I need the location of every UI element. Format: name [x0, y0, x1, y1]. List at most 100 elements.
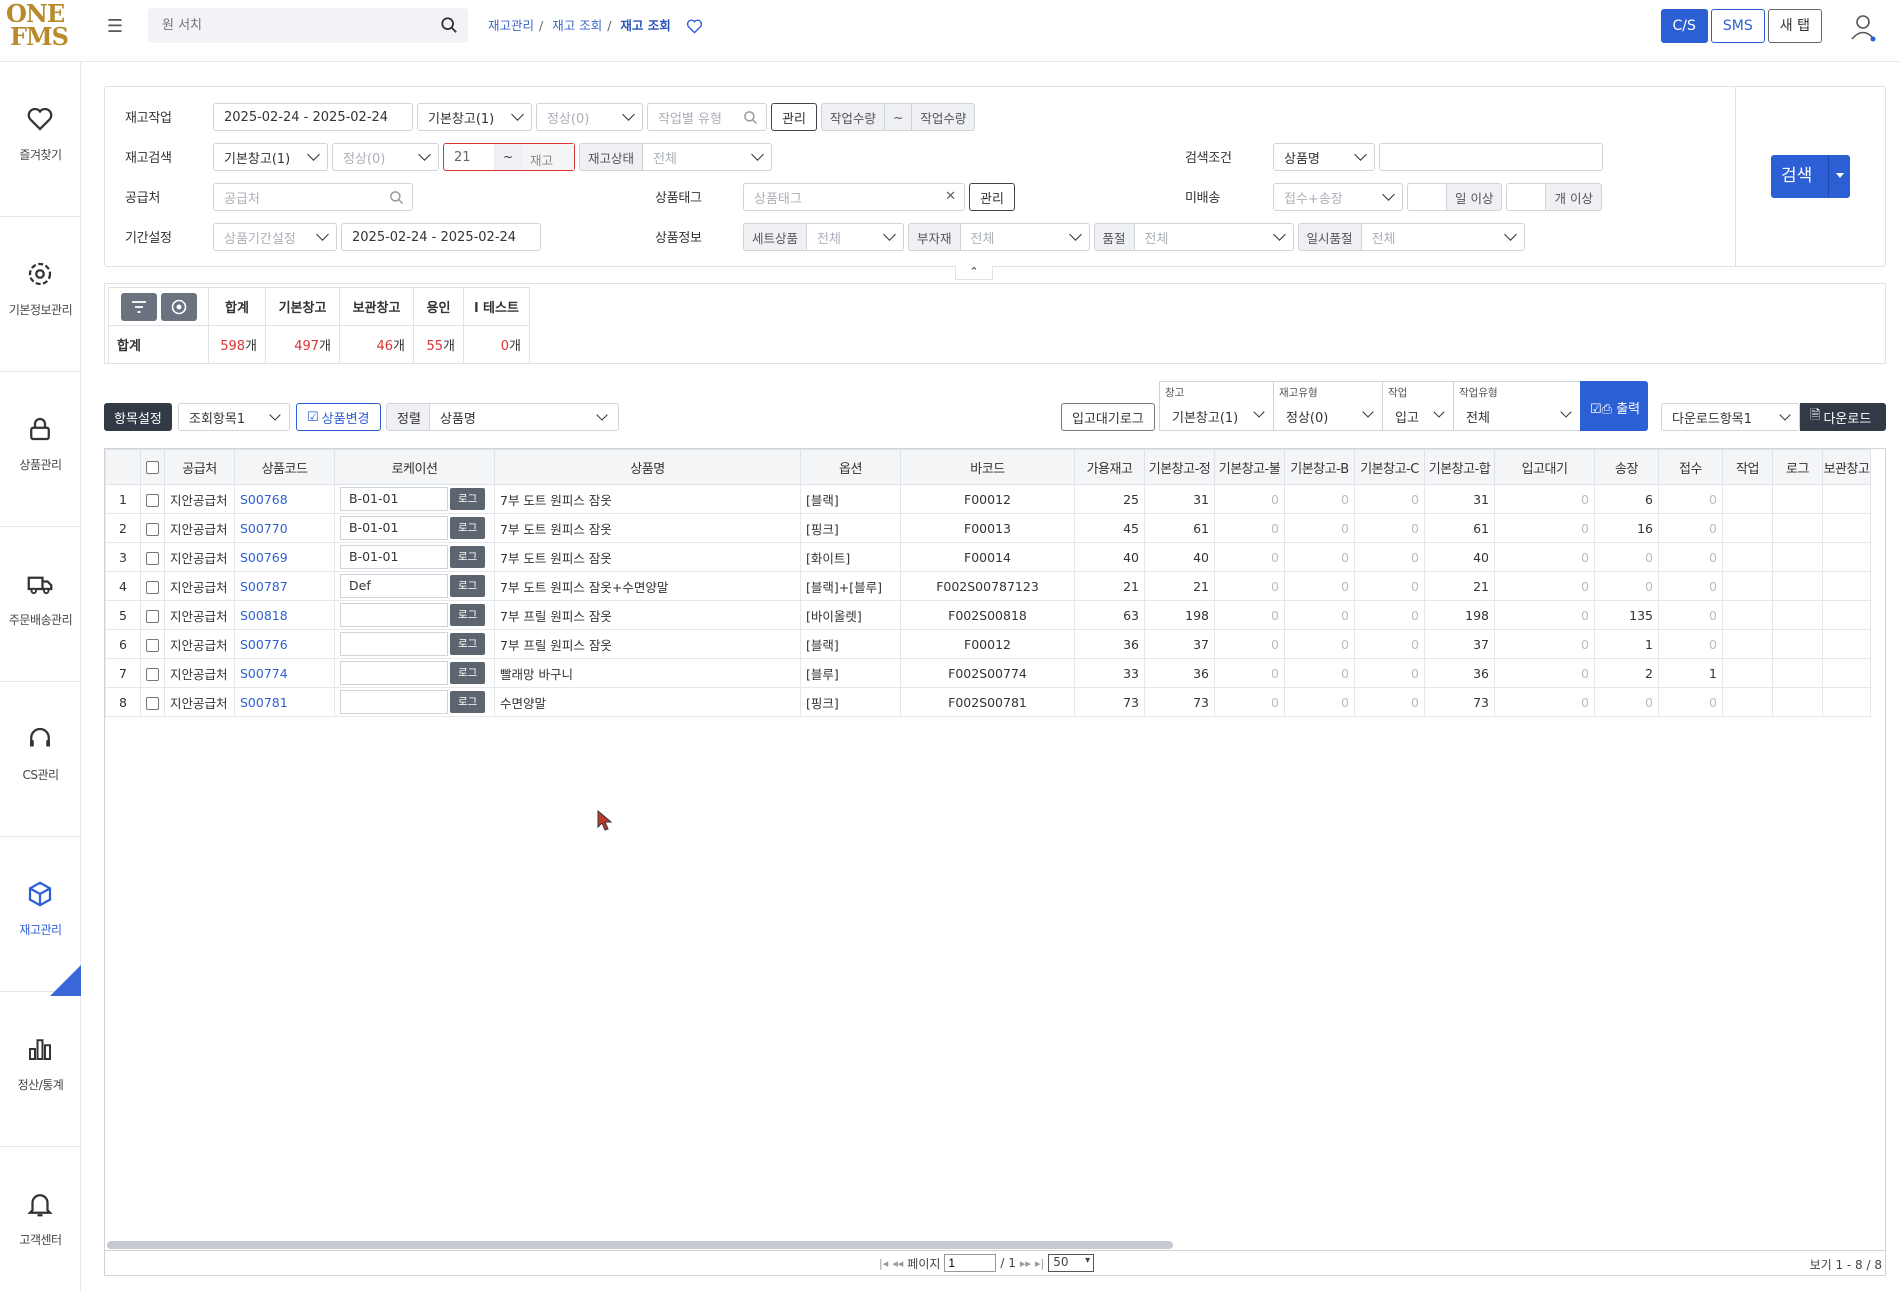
column-header[interactable]: 기본창고-C	[1354, 449, 1425, 485]
sidebar-item-products[interactable]: 상품관리	[0, 372, 81, 527]
location-input[interactable]	[340, 632, 448, 656]
location-log-button[interactable]: 로그	[450, 662, 486, 684]
cell-location[interactable]: B-01-01 로그	[334, 513, 495, 543]
column-settings-button[interactable]: 항목설정	[104, 403, 172, 431]
column-header[interactable]: 상품명	[494, 449, 801, 485]
soldout-select[interactable]: 전체	[1133, 223, 1294, 251]
grp-stock-type-select[interactable]: 재고유형 정상(0)	[1273, 381, 1383, 431]
set-product-select[interactable]: 전체	[806, 223, 905, 251]
location-input[interactable]: B-01-01	[340, 516, 448, 540]
column-header[interactable]: 기본창고-B	[1284, 449, 1355, 485]
search-icon[interactable]	[440, 16, 458, 34]
cell-location[interactable]: B-01-01 로그	[334, 542, 495, 572]
cell-product-code[interactable]: S00770	[234, 513, 335, 543]
column-header[interactable]: 접수	[1658, 449, 1723, 485]
location-input[interactable]	[340, 603, 448, 627]
clear-icon[interactable]: ✕	[945, 189, 956, 204]
period-type-select[interactable]: 상품기간설정	[213, 223, 337, 251]
row-checkbox[interactable]	[140, 571, 165, 601]
row-checkbox[interactable]	[140, 542, 165, 572]
column-header[interactable]: 가용재고	[1074, 449, 1145, 485]
grp-warehouse-select[interactable]: 창고 기본창고(1)	[1159, 381, 1274, 431]
table-row[interactable]: 1 지안공급처 S00768 B-01-01 로그 7부 도트 원피스 잠옷 [블랙] F00…	[105, 484, 1871, 514]
select-all-checkbox[interactable]	[140, 449, 165, 485]
search-input[interactable]	[148, 8, 418, 43]
stock-status-select[interactable]: 정상(0)	[332, 143, 439, 171]
logo[interactable]: ONE FMS	[6, 2, 69, 52]
search-condition-input[interactable]	[1379, 143, 1603, 171]
location-input[interactable]: B-01-01	[340, 545, 448, 569]
cell-product-code[interactable]: S00776	[234, 629, 335, 659]
grp-work-select[interactable]: 작업 입고	[1382, 381, 1454, 431]
stock-warehouse-select[interactable]: 기본창고(1)	[213, 143, 328, 171]
sidebar-item-favorites[interactable]: 즐겨찾기	[0, 62, 81, 217]
table-row[interactable]: 6 지안공급처 S00776 로그 7부 프릴 원피스 잠옷 [블랙] F00012 36 37…	[105, 629, 1871, 659]
column-header[interactable]: 옵션	[800, 449, 901, 485]
sort-select[interactable]: 상품명	[429, 403, 619, 431]
sidebar-item-cs[interactable]: CS관리	[0, 682, 81, 837]
inbound-log-button[interactable]: 입고대기로그	[1061, 403, 1155, 431]
location-log-button[interactable]: 로그	[450, 604, 486, 626]
column-header[interactable]: 바코드	[900, 449, 1075, 485]
cell-location[interactable]: Def 로그	[334, 571, 495, 601]
sidebar-item-basic-info[interactable]: 기본정보관리	[0, 217, 81, 372]
print-button[interactable]: ☑⎙ 출력	[1580, 381, 1649, 431]
cell-location[interactable]: 로그	[334, 600, 495, 630]
search-button[interactable]: 검색	[1771, 155, 1850, 198]
table-row[interactable]: 3 지안공급처 S00769 B-01-01 로그 7부 도트 원피스 잠옷 [화이트] F0…	[105, 542, 1871, 572]
filter-icon[interactable]	[120, 292, 157, 321]
new-tab-button[interactable]: 새 탭	[1767, 9, 1822, 43]
breadcrumb-item[interactable]: 재고 조회	[552, 18, 602, 33]
user-avatar-icon[interactable]	[1848, 12, 1878, 42]
stock-to-input[interactable]: 재고	[522, 144, 574, 170]
stock-from-input[interactable]: 21	[444, 144, 494, 170]
period-date-range[interactable]: 2025-02-24 - 2025-02-24	[341, 223, 541, 251]
column-header[interactable]: 보관창고	[1822, 449, 1871, 485]
sidebar-item-stats[interactable]: 정산/통계	[0, 992, 81, 1147]
work-type-search[interactable]: 작업별 유형	[647, 103, 767, 131]
cell-product-code[interactable]: S00781	[234, 687, 335, 717]
breadcrumb-item[interactable]: 재고관리	[488, 18, 534, 33]
location-log-button[interactable]: 로그	[450, 517, 486, 539]
product-tag-input[interactable]: 상품태그 ✕	[743, 183, 965, 211]
sidebar-item-support[interactable]: 고객센터	[0, 1147, 81, 1291]
location-log-button[interactable]: 로그	[450, 575, 486, 597]
column-header[interactable]: 공급처	[164, 449, 235, 485]
download-button[interactable]: 🗎 다운로드	[1800, 403, 1886, 431]
work-date-range[interactable]: 2025-02-24 - 2025-02-24	[213, 103, 413, 131]
temp-soldout-select[interactable]: 전체	[1360, 223, 1525, 251]
location-input[interactable]: Def	[340, 574, 448, 598]
work-manage-button[interactable]: 관리	[771, 103, 817, 131]
sms-button[interactable]: SMS	[1710, 9, 1765, 43]
menu-icon[interactable]: ☰	[104, 16, 126, 38]
column-header[interactable]: 입고대기	[1494, 449, 1595, 485]
last-page-icon[interactable]: ▸|	[1035, 1257, 1044, 1270]
cell-location[interactable]: 로그	[334, 629, 495, 659]
row-checkbox[interactable]	[140, 629, 165, 659]
table-row[interactable]: 2 지안공급처 S00770 B-01-01 로그 7부 도트 원피스 잠옷 [핑크] F00…	[105, 513, 1871, 543]
table-row[interactable]: 8 지안공급처 S00781 로그 수면양말 [핑크] F002S00781 73 73 0 0 0 7…	[105, 687, 1871, 717]
column-header[interactable]	[105, 449, 141, 485]
cell-location[interactable]: 로그	[334, 687, 495, 717]
unshipped-days-input[interactable]	[1407, 183, 1447, 211]
sidebar-item-orders[interactable]: 주문배송관리	[0, 527, 81, 682]
product-change-button[interactable]: ☑ 상품변경	[296, 403, 381, 431]
cell-product-code[interactable]: S00769	[234, 542, 335, 572]
cell-product-code[interactable]: S00787	[234, 571, 335, 601]
next-page-icon[interactable]: ▸▸	[1020, 1257, 1031, 1270]
search-condition-select[interactable]: 상품명	[1273, 143, 1375, 171]
row-checkbox[interactable]	[140, 687, 165, 717]
work-qty-from[interactable]: 작업수량	[820, 103, 885, 131]
row-checkbox[interactable]	[140, 484, 165, 514]
unshipped-type-select[interactable]: 접수+송장	[1273, 183, 1403, 211]
cell-location[interactable]: B-01-01 로그	[334, 484, 495, 514]
supplier-input[interactable]: 공급처	[213, 183, 413, 211]
stock-state-select[interactable]: 전체	[642, 143, 773, 171]
cell-product-code[interactable]: S00774	[234, 658, 335, 688]
location-log-button[interactable]: 로그	[450, 488, 486, 510]
location-log-button[interactable]: 로그	[450, 546, 486, 568]
page-size-select[interactable]: 50 ▾	[1048, 1254, 1095, 1272]
column-header[interactable]: 기본창고-불	[1214, 449, 1285, 485]
location-input[interactable]: B-01-01	[340, 487, 448, 511]
cell-product-code[interactable]: S00768	[234, 484, 335, 514]
